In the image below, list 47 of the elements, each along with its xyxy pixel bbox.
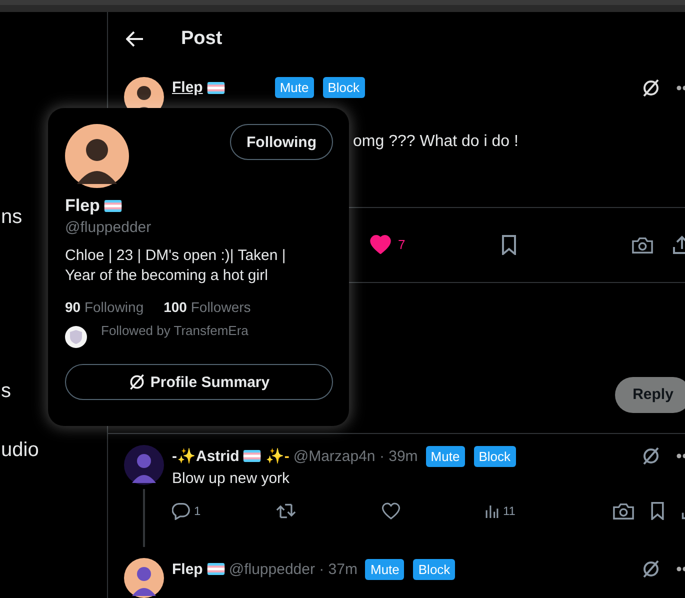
nav-item[interactable]: s [1,379,11,403]
repost-icon[interactable] [276,502,296,520]
author-name[interactable]: Flep [172,79,203,96]
handle-time[interactable]: @fluppedder · 37m [228,560,358,578]
reply-button[interactable]: Reply [615,376,685,412]
reply-text: Blow up new york [172,469,291,489]
page-title: Post [181,28,222,50]
camera-icon[interactable] [613,502,634,520]
like-count: 7 [398,237,406,252]
more-icon[interactable] [676,84,685,91]
more-icon[interactable] [676,453,685,459]
flag-icon [104,200,122,212]
handle-time[interactable]: @Marzap4n · 39m [293,448,418,464]
author-name[interactable]: Flep [172,560,203,578]
avatar[interactable] [65,124,129,188]
nav-item[interactable]: udio [1,438,39,462]
profile-handle[interactable]: @fluppedder [65,219,333,236]
post-text: omg ??? What do i do ! [353,133,518,150]
heart-icon[interactable] [370,235,391,254]
flag-icon [206,82,225,94]
bookmark-icon[interactable] [650,502,665,520]
slashed-circle-icon [128,373,146,391]
following-stat[interactable]: 90 Following [65,299,144,315]
reply-count: 1 [194,504,202,518]
slashed-circle-icon[interactable] [641,78,661,98]
flag-icon [243,450,262,462]
followed-by-text: Followed by TransfemEra [101,323,248,338]
profile-bio: Chloe | 23 | DM's open :)| Taken | Year of the becoming a hot girl [65,246,287,286]
shield-icon [65,326,87,348]
comment-icon[interactable] [172,502,190,520]
slashed-circle-icon[interactable] [641,559,661,579]
flag-icon [206,563,225,575]
author-name[interactable]: ✨- [265,447,290,465]
nav-item[interactable]: ns [1,205,22,229]
camera-icon[interactable] [632,236,654,254]
followers-stat[interactable]: 100 Followers [164,299,251,315]
heart-icon[interactable] [382,502,400,520]
more-icon[interactable] [676,566,685,572]
profile-summary-button[interactable]: Profile Summary [65,364,333,400]
avatar[interactable] [124,558,164,598]
slashed-circle-icon[interactable] [641,446,661,466]
back-arrow-icon[interactable] [126,31,144,48]
profile-name[interactable]: Flep [65,196,100,216]
bookmark-icon[interactable] [501,234,518,255]
author-name[interactable]: -✨Astrid [172,447,240,465]
following-button[interactable]: Following [230,124,333,160]
view-count: 11 [503,504,516,518]
